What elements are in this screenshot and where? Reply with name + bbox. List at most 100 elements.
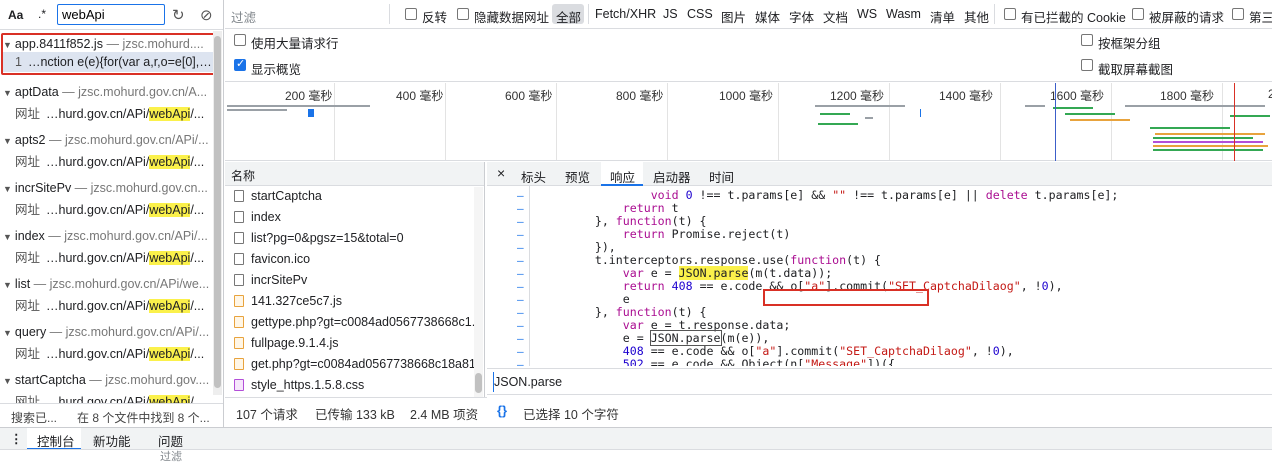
clear-icon[interactable]: ⊘ — [200, 6, 213, 24]
expand-triangle-icon[interactable]: ▼ — [3, 40, 12, 50]
name-column-header[interactable]: 名称 — [225, 162, 484, 186]
request-row[interactable]: startCaptcha — [225, 186, 475, 207]
tab-issues[interactable]: 问题 — [158, 431, 183, 450]
search-result-group[interactable]: ▼ apts2 — jzsc.mohurd.gov.cn/APi/... 网址 …h… — [0, 133, 212, 173]
filter-input[interactable]: 过滤 — [231, 7, 256, 26]
request-row[interactable]: fullpage.9.1.4.js — [225, 333, 475, 354]
tab-whats-new[interactable]: 新功能 — [93, 431, 131, 450]
filter-font[interactable]: 字体 — [789, 7, 814, 26]
request-list-scrollbar-thumb[interactable] — [475, 373, 482, 393]
hide-data-urls-checkbox[interactable] — [457, 8, 469, 20]
expand-triangle-icon[interactable]: ▼ — [3, 328, 12, 338]
response-code-viewer[interactable]: – – – – – – – – – – – – – – void 0 !== t.params[e] &&… — [487, 186, 1272, 366]
request-row[interactable]: index — [225, 207, 475, 228]
expand-triangle-icon[interactable]: ▼ — [3, 184, 12, 194]
request-row[interactable]: gettype.php?gt=c0084ad0567738668c1... — [225, 312, 482, 333]
tab-console[interactable]: 控制台 — [37, 431, 75, 450]
tab-response[interactable]: 响应 — [610, 167, 635, 186]
document-icon — [234, 190, 244, 202]
match-highlight[interactable]: webApi — [149, 299, 191, 313]
match-highlight[interactable]: webApi — [149, 347, 191, 361]
filter-js[interactable]: JS — [663, 7, 678, 21]
code-line: var e = JSON.parse(m(t.data)); — [622, 266, 833, 280]
results-scrollbar-thumb[interactable] — [214, 36, 221, 388]
match-highlight[interactable]: webApi — [149, 155, 191, 169]
third-party-checkbox[interactable] — [1232, 8, 1244, 20]
filter-other[interactable]: 其他 — [964, 7, 989, 26]
timeline-tick: 800 毫秒 — [616, 89, 664, 103]
show-overview-checkbox[interactable] — [234, 57, 246, 71]
request-row[interactable]: get.php?gt=c0084ad0567738668c18a81... — [225, 354, 484, 375]
match-highlight[interactable]: webApi — [149, 251, 191, 265]
timeline-tick: 200 毫秒 — [285, 89, 333, 103]
code-line: return Promise.reject(t) — [622, 227, 791, 241]
tab-headers[interactable]: 标头 — [521, 167, 546, 186]
search-input[interactable] — [57, 4, 165, 25]
console-filter-input[interactable]: 过滤 — [160, 452, 182, 463]
filter-manifest[interactable]: 清单 — [930, 7, 955, 26]
expand-triangle-icon[interactable]: ▼ — [3, 232, 12, 242]
expand-triangle-icon[interactable]: ▼ — [3, 88, 12, 98]
regex-button[interactable]: .* — [38, 7, 46, 21]
code-line: e — [539, 292, 630, 306]
filter-wasm[interactable]: Wasm — [886, 7, 921, 21]
blocked-cookies-checkbox[interactable] — [1004, 8, 1016, 20]
tab-preview[interactable]: 预览 — [565, 167, 590, 186]
console-toolbar: 过滤 — [0, 449, 1272, 463]
group-by-frame-checkbox[interactable] — [1081, 34, 1093, 46]
result-label: 网址 — [15, 203, 41, 217]
large-rows-checkbox[interactable] — [234, 34, 246, 46]
document-icon — [234, 274, 244, 286]
search-result-group[interactable]: ▼ app.8411f852.js — jzsc.mohurd.... 1 …nct… — [0, 37, 212, 77]
result-snippet[interactable]: …nction e(e){for(var a,r,o=e[0],… — [28, 55, 212, 69]
request-row[interactable]: list?pg=0&pgsz=15&total=0 — [225, 228, 475, 249]
result-domain: jzsc.mohurd.... — [122, 37, 204, 51]
search-result-group[interactable]: ▼ query — jzsc.mohurd.gov.cn/APi/... 网址 …h… — [0, 325, 212, 365]
result-file: app.8411f852.js — [14, 37, 103, 51]
pretty-print-button[interactable]: {} — [497, 403, 507, 418]
match-highlight[interactable]: webApi — [149, 107, 191, 121]
result-file: aptData — [14, 85, 59, 99]
find-input[interactable]: JSON.parse — [493, 372, 1268, 392]
search-result-group[interactable]: ▼ list — jzsc.mohurd.gov.cn/APi/we... 网址…… — [0, 277, 212, 317]
expand-triangle-icon[interactable]: ▼ — [3, 376, 12, 386]
code-line: 502 == e.code && Object(n["Message"])({ — [622, 357, 896, 366]
network-overview-timeline[interactable]: 200 毫秒 400 毫秒 600 毫秒 800 毫秒 1000 毫秒 1200… — [225, 83, 1272, 161]
close-icon[interactable]: × — [497, 165, 505, 181]
request-list-scrollbar[interactable] — [474, 187, 483, 397]
filter-doc[interactable]: 文档 — [823, 7, 848, 26]
find-bar: JSON.parse — [487, 368, 1272, 395]
request-row[interactable]: incrSitePv — [225, 270, 475, 291]
tab-initiator[interactable]: 启动器 — [653, 167, 691, 186]
tab-timing[interactable]: 时间 — [709, 167, 734, 186]
capture-screenshots-checkbox[interactable] — [1081, 59, 1093, 71]
request-row[interactable]: 141.327ce5c7.js — [225, 291, 475, 312]
search-result-group[interactable]: ▼ incrSitePv — jzsc.mohurd.gov.cn... 网址 …h… — [0, 181, 212, 221]
search-result-group[interactable]: ▼ index — jzsc.mohurd.gov.cn/APi/... 网址 …h… — [0, 229, 212, 269]
code-line: }, function(t) { — [539, 214, 707, 228]
request-row[interactable]: style_https.1.5.8.css — [225, 375, 475, 396]
filter-media[interactable]: 媒体 — [755, 7, 780, 26]
blocked-requests-checkbox[interactable] — [1132, 8, 1144, 20]
match-highlight[interactable]: webApi — [149, 203, 191, 217]
request-list: 名称 startCaptcha index list?pg=0&pgsz=15&… — [225, 162, 485, 401]
line-number: 1 — [15, 55, 22, 69]
search-result-group[interactable]: ▼ aptData — jzsc.mohurd.gov.cn/A... 网址 …hu… — [0, 85, 212, 125]
request-row[interactable]: favicon.ico — [225, 249, 475, 270]
filter-all[interactable]: 全部 — [556, 7, 581, 26]
expand-triangle-icon[interactable]: ▼ — [3, 280, 12, 290]
document-icon — [234, 211, 244, 223]
timeline-tick: 600 毫秒 — [505, 89, 553, 103]
invert-checkbox[interactable] — [405, 8, 417, 20]
match-case-button[interactable]: Aa — [8, 8, 23, 22]
result-file: query — [14, 325, 47, 339]
refresh-icon[interactable]: ↻ — [172, 6, 185, 24]
search-toolbar: Aa .* ↻ ⊘ — [0, 0, 223, 30]
expand-triangle-icon[interactable]: ▼ — [3, 136, 12, 146]
filter-css[interactable]: CSS — [687, 7, 713, 21]
filter-fetch[interactable]: Fetch/XHR — [595, 7, 656, 21]
drawer-menu-icon[interactable]: ⋮ — [10, 431, 23, 446]
code-line: }), — [539, 240, 616, 254]
filter-img[interactable]: 图片 — [721, 7, 746, 26]
filter-ws[interactable]: WS — [857, 7, 877, 21]
